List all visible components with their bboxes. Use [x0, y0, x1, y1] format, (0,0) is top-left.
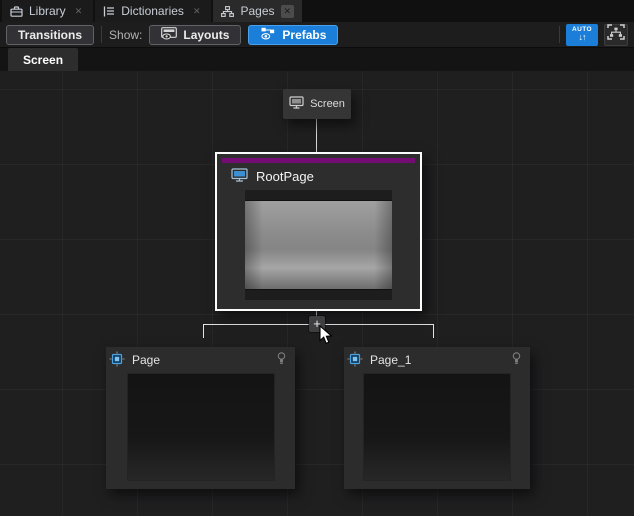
page-header: Page_1 [344, 347, 530, 373]
connector-screen-rootpage [316, 119, 317, 152]
thumbnail-screenshot [245, 201, 392, 289]
prefabs-label: Prefabs [282, 28, 326, 42]
tab-label: Library [29, 4, 66, 18]
node-page-1[interactable]: Page_1 [344, 347, 530, 489]
list-icon [103, 6, 115, 17]
layouts-eye-icon [161, 27, 177, 43]
page-header: Page [106, 347, 295, 373]
rootpage-preview-thumbnail [245, 190, 392, 300]
layouts-label: Layouts [183, 28, 229, 42]
pages-toolbar: Transitions Show: Layouts Prefabs AUTO ↓… [0, 22, 634, 48]
thumbnail-top-bar [245, 190, 392, 200]
page-icon [347, 351, 363, 370]
breadcrumb: Screen [0, 48, 634, 71]
page-preview-thumbnail [127, 373, 275, 481]
show-label: Show: [109, 28, 142, 42]
mouse-cursor [319, 325, 334, 351]
toolbar-right-group: AUTO ↓↑ [559, 24, 628, 46]
breadcrumb-screen-tab[interactable]: Screen [8, 48, 78, 71]
node-label: Page [132, 353, 160, 367]
breadcrumb-label: Screen [23, 53, 63, 67]
transitions-button[interactable]: Transitions [6, 25, 94, 45]
node-screen[interactable]: Screen [283, 89, 351, 119]
close-icon[interactable]: ✕ [281, 5, 295, 18]
fit-view-icon [607, 24, 625, 45]
tab-label: Dictionaries [121, 4, 184, 18]
prefabs-toggle-button[interactable]: Prefabs [248, 25, 338, 45]
thumbnail-bottom-bar [245, 290, 392, 300]
page-host-icon [231, 168, 248, 185]
monitor-icon [289, 96, 304, 112]
tab-dictionaries[interactable]: Dictionaries ✕ [95, 0, 211, 22]
node-label: Page_1 [370, 353, 411, 367]
fit-view-button[interactable] [604, 24, 628, 46]
briefcase-icon [10, 6, 23, 17]
node-label: RootPage [256, 169, 314, 184]
tab-pages[interactable]: Pages ✕ [213, 0, 302, 22]
tab-label: Pages [240, 4, 274, 18]
layouts-toggle-button[interactable]: Layouts [149, 25, 241, 45]
org-tree-icon [221, 6, 234, 17]
prefabs-eye-icon [260, 27, 276, 43]
page-preview-thumbnail [363, 373, 511, 481]
pages-editor-window: Library ✕ Dictionaries ✕ Pages ✕ Transit… [0, 0, 634, 516]
toolbar-divider [559, 26, 560, 43]
tab-library[interactable]: Library ✕ [2, 0, 93, 22]
auto-layout-button[interactable]: AUTO ↓↑ [566, 24, 598, 46]
close-icon[interactable]: ✕ [190, 5, 204, 18]
toolbar-divider [101, 26, 102, 43]
page-icon [109, 351, 125, 370]
page-graph-canvas[interactable]: Screen RootPage + [0, 71, 634, 516]
transitions-label: Transitions [18, 28, 82, 42]
bulb-icon[interactable] [277, 352, 286, 368]
bulb-icon[interactable] [512, 352, 521, 368]
node-rootpage[interactable]: RootPage [215, 152, 422, 311]
document-tab-bar: Library ✕ Dictionaries ✕ Pages ✕ [0, 0, 634, 22]
close-icon[interactable]: ✕ [72, 5, 86, 18]
auto-arrows-icon: ↓↑ [579, 33, 586, 42]
node-label: Screen [310, 98, 345, 110]
rootpage-header: RootPage [217, 163, 420, 190]
node-page[interactable]: Page [106, 347, 295, 489]
